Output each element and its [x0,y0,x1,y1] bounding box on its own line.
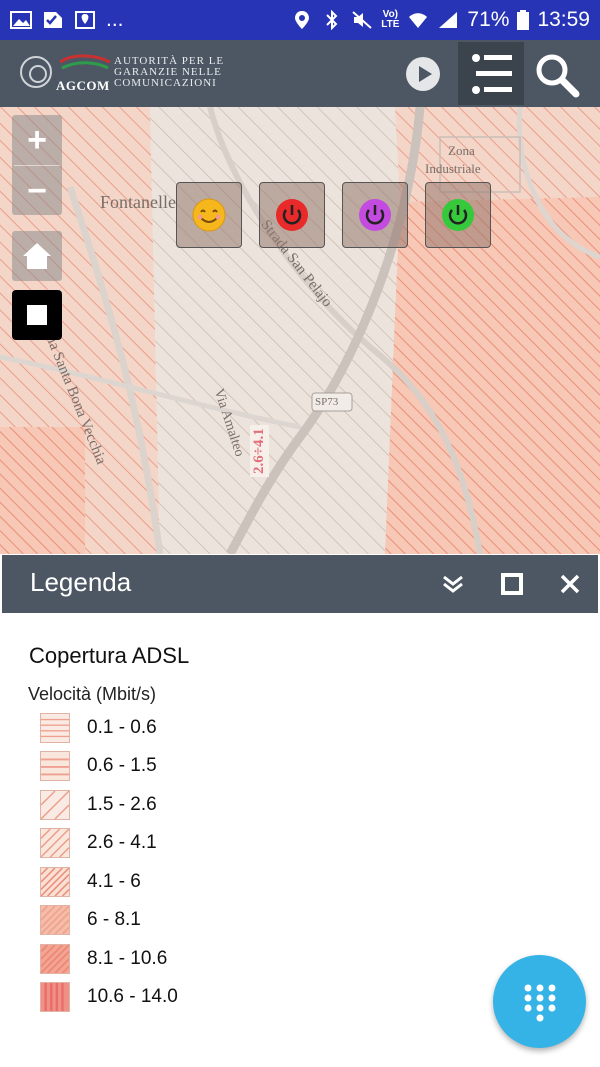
legend-item-label: 6 - 8.1 [87,909,141,930]
map-zone-label-1: Zona [448,143,475,158]
logo-line-2: GARANZIE NELLE [114,65,222,78]
zoom-in-button[interactable]: + [12,115,62,165]
maps-icon [75,11,95,29]
legend-item: 6 - 8.1 [40,904,141,936]
power-red-icon [276,199,308,231]
legend-swatch [40,828,70,858]
legend-header: Legenda [2,555,598,613]
stop-button[interactable] [12,290,62,340]
checklist-icon [44,12,62,28]
collapse-button[interactable] [440,571,466,597]
search-icon [536,54,580,98]
legend-item: 0.1 - 0.6 [40,712,157,744]
layer-list-icon [472,54,512,94]
agcom-logo: AUTORITÀ PER LE GARANZIE NELLE COMUNICAZ… [20,54,225,93]
search-button[interactable] [534,52,580,98]
gallery-icon [10,11,32,29]
home-icon [23,243,51,269]
tool-power-red-button[interactable] [259,182,325,248]
location-icon [295,11,310,29]
legend-item: 10.6 - 14.0 [40,981,178,1013]
dialpad-icon [524,984,555,1021]
legend-item-label: 0.1 - 0.6 [87,717,157,738]
signal-icon [439,12,458,28]
legend-title: Legenda [30,567,132,597]
emblem-icon [20,56,52,88]
map-speed-label: 2.6÷4.1 [250,425,269,477]
layer-list-button[interactable] [458,42,524,105]
legend-swatch [40,982,70,1012]
zoom-out-button[interactable]: − [12,166,62,216]
close-button[interactable] [557,571,583,597]
legend-item: 4.1 - 6 [40,866,141,898]
legend-swatch [40,751,70,781]
tool-smiley-button[interactable] [176,182,242,248]
maximize-icon [501,573,523,595]
maximize-button[interactable] [499,571,525,597]
legend-item-label: 2.6 - 4.1 [87,832,157,853]
wifi-icon [409,13,428,28]
legend-swatch [40,867,70,897]
map-canvas [0,107,600,554]
clock: 13:59 [537,8,590,31]
mute-icon [352,11,372,29]
play-circle-icon [418,66,432,82]
legend-item: 0.6 - 1.5 [40,750,157,782]
legend-field-title: Velocità (Mbit/s) [28,684,157,704]
status-bar: ... Vo) LTE 71% 13:59 [0,0,600,40]
tool-power-purple-button[interactable] [342,182,408,248]
legend-swatch [40,790,70,820]
zoom-control: + − [12,115,62,215]
play-button[interactable] [406,57,440,91]
map-place-label: Fontanelle [100,192,176,212]
power-green-icon [442,199,474,231]
map-view[interactable]: Fontanelle Zona Industriale Via Santa Bo… [0,107,600,554]
legend-item: 1.5 - 2.6 [40,789,157,821]
legend-item-label: 0.6 - 1.5 [87,755,157,776]
smiley-icon [192,198,226,232]
notification-dots: ... [106,8,124,31]
legend-item-label: 8.1 - 10.6 [87,948,168,969]
battery-percent: 71% [467,8,510,31]
tool-power-green-button[interactable] [425,182,491,248]
screen: ... Vo) LTE 71% 13:59 AUTORITÀ PER LE GAR… [0,0,600,1067]
legend-layer-title: Copertura ADSL [29,643,190,668]
logo-line-3: COMUNICAZIONI [114,76,217,89]
bluetooth-icon [326,10,338,30]
legend-item: 8.1 - 10.6 [40,943,167,975]
legend-item-label: 1.5 - 2.6 [87,794,157,815]
legend-swatch [40,905,70,935]
stop-icon [27,305,47,325]
home-button[interactable] [12,231,62,281]
chevron-double-down-icon [443,575,463,593]
legend-swatch [40,944,70,974]
volte-indicator: Vo) LTE [381,9,400,30]
legend-item-label: 4.1 - 6 [87,871,141,892]
close-icon [560,574,580,594]
dialpad-button[interactable] [493,955,586,1048]
power-purple-icon [359,199,391,231]
map-zone-label-2: Industriale [425,161,481,176]
app-header: AUTORITÀ PER LE GARANZIE NELLE COMUNICAZ… [0,40,600,107]
map-road-label-4: SP73 [315,396,339,408]
legend-swatch [40,713,70,743]
battery-icon [517,10,530,30]
legend-item-label: 10.6 - 14.0 [87,986,178,1007]
logo-brand: AGCOM [56,78,110,93]
logo-line-1: AUTORITÀ PER LE [114,54,225,67]
legend-item: 2.6 - 4.1 [40,827,157,859]
